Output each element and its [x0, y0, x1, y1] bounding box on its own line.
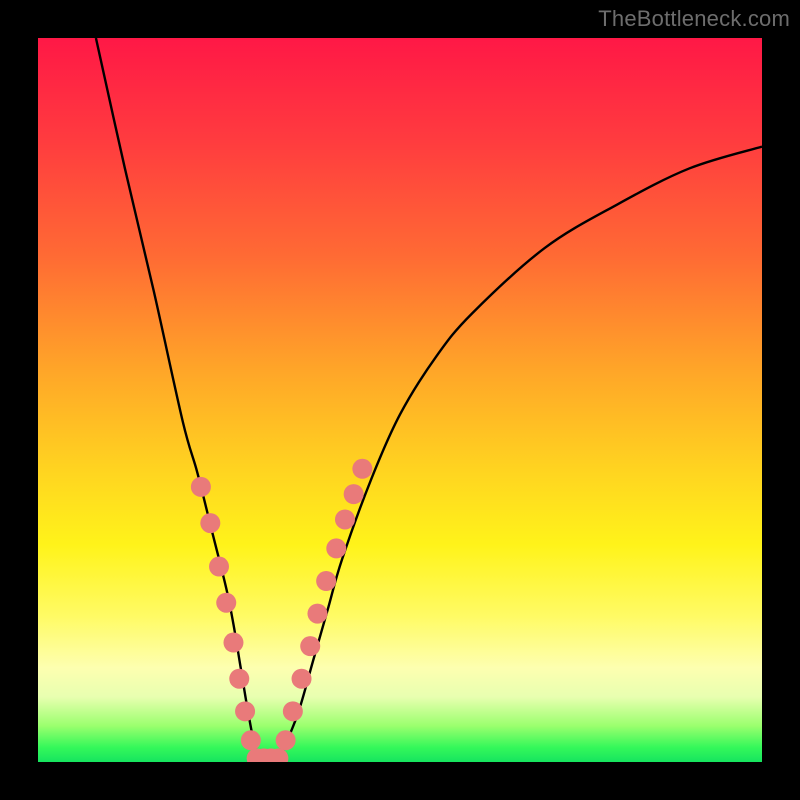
curve-marker [335, 509, 355, 529]
watermark-text: TheBottleneck.com [598, 6, 790, 32]
curve-marker [200, 513, 220, 533]
curve-marker [235, 701, 255, 721]
curve-marker [292, 669, 312, 689]
curve-marker [352, 459, 372, 479]
curve-marker [216, 593, 236, 613]
curve-markers [191, 459, 372, 762]
curve-marker [209, 557, 229, 577]
curve-marker [300, 636, 320, 656]
curve-marker [326, 538, 346, 558]
chart-frame: TheBottleneck.com [0, 0, 800, 800]
curve-marker [283, 701, 303, 721]
curve-marker [276, 730, 296, 750]
curve-marker [316, 571, 336, 591]
curve-marker [223, 633, 243, 653]
curve-marker [229, 669, 249, 689]
curve-marker [307, 604, 327, 624]
curve-marker [191, 477, 211, 497]
curve-marker [344, 484, 364, 504]
chart-svg [38, 38, 762, 762]
curve-marker [241, 730, 261, 750]
bottleneck-curve [96, 38, 762, 762]
